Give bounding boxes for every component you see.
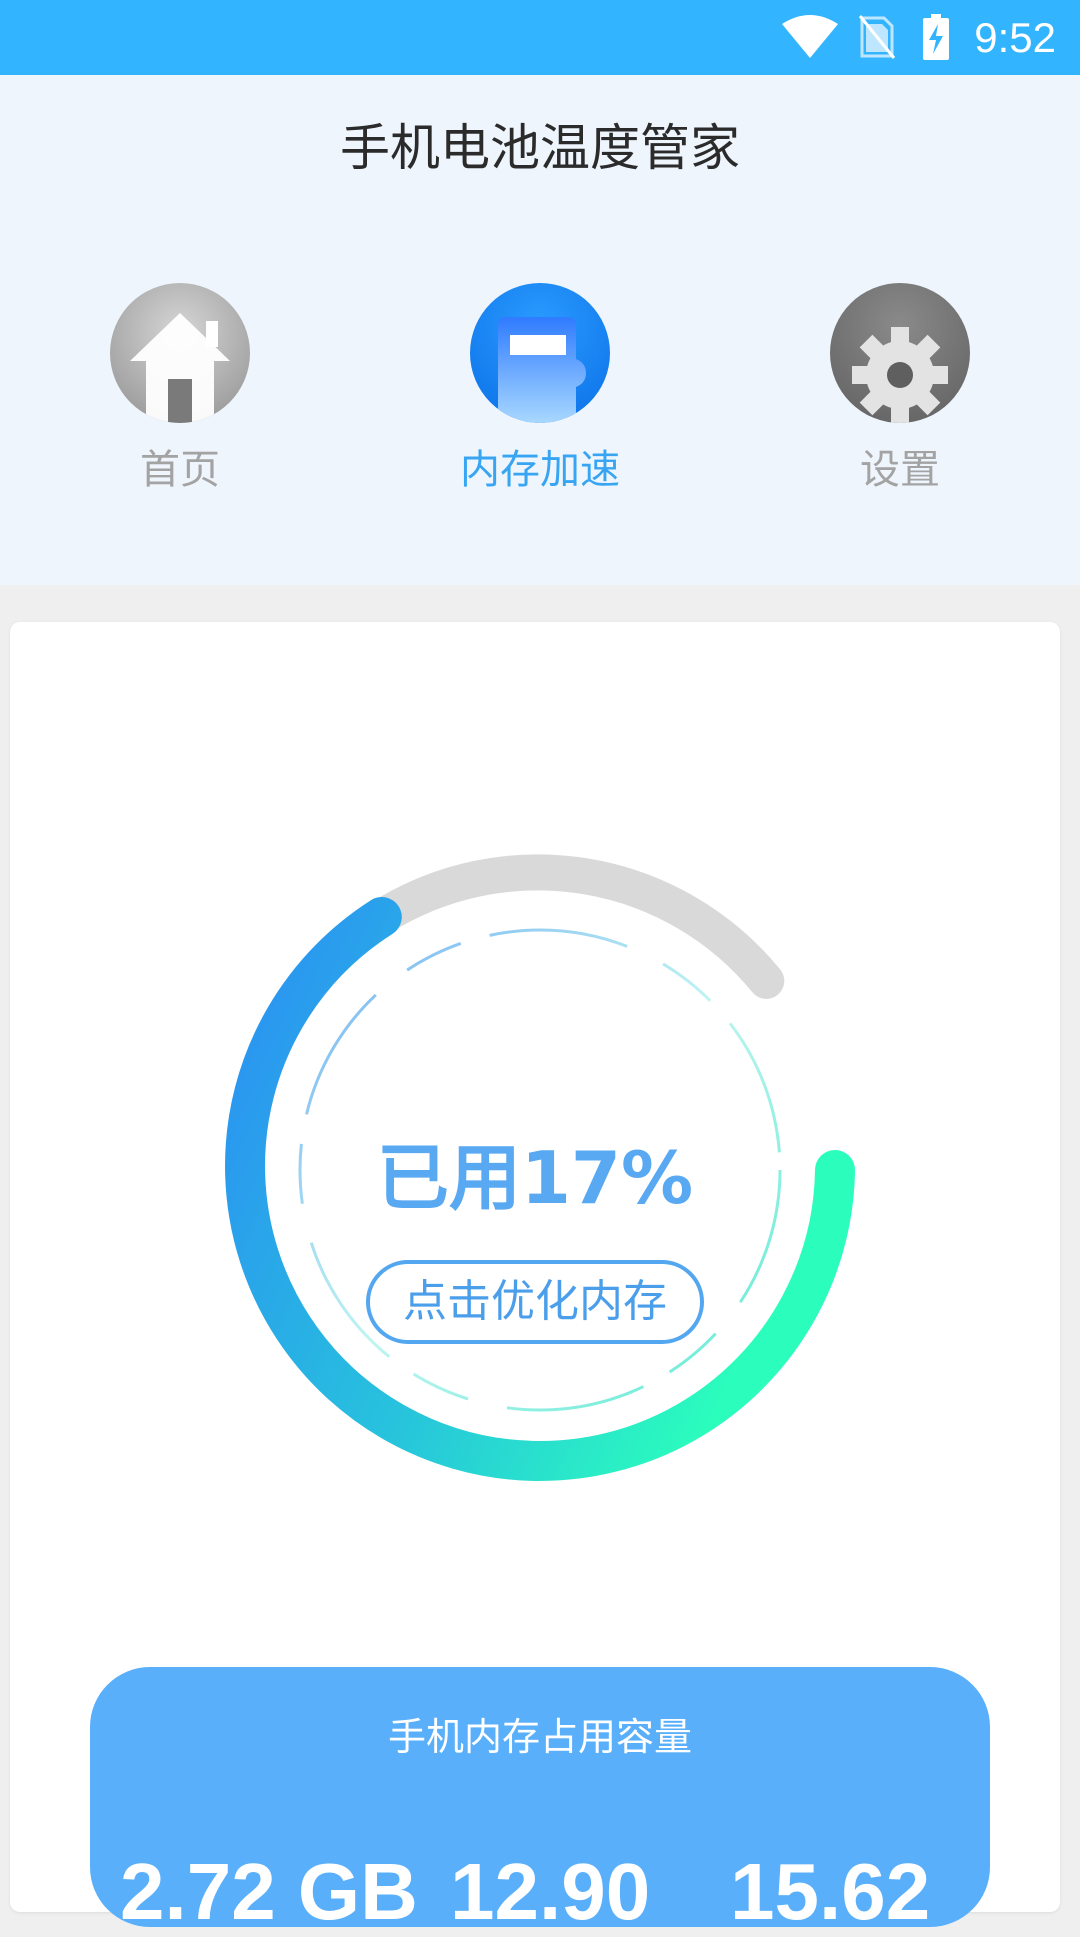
memory-usage-gauge [225,854,855,1481]
optimize-memory-button[interactable]: 点击优化内存 [366,1260,704,1344]
memory-free-value: 12.90 [450,1847,651,1936]
nav-item-settings[interactable]: 设置 [810,283,990,497]
status-time: 9:52 [974,14,1056,61]
memory-usage-panel: 手机内存占用容量 2.72 GB 12.90 15.62 [90,1667,990,1936]
app-title: 手机电池温度管家 [340,119,740,177]
memory-total-value: 15.62 [730,1847,931,1936]
gauge-track [363,854,785,999]
memory-panel-title: 手机内存占用容量 [387,1715,692,1759]
battery-charging-icon [923,14,949,60]
memory-card-icon [470,283,610,423]
nav-item-home[interactable]: 首页 [90,283,270,497]
nav-label-home: 首页 [140,447,220,493]
memory-card: 已用17% 点击优化内存 手机内存占用容量 2.72 GB 12.90 15.6… [10,622,1060,1936]
status-bar: 9:52 [0,0,1080,75]
gear-icon [830,283,970,423]
home-icon [110,283,250,423]
memory-used-value: 2.72 GB [120,1847,418,1936]
wifi-icon [782,15,838,58]
used-percent-label: 已用17% [376,1136,694,1220]
nav-label-memory-boost: 内存加速 [460,447,620,493]
header: 手机电池温度管家 首页 内存加速 设置 [0,75,1080,585]
nav-label-settings: 设置 [860,447,940,493]
nav-item-memory-boost[interactable]: 内存加速 [450,283,630,497]
no-sim-icon [858,15,896,59]
